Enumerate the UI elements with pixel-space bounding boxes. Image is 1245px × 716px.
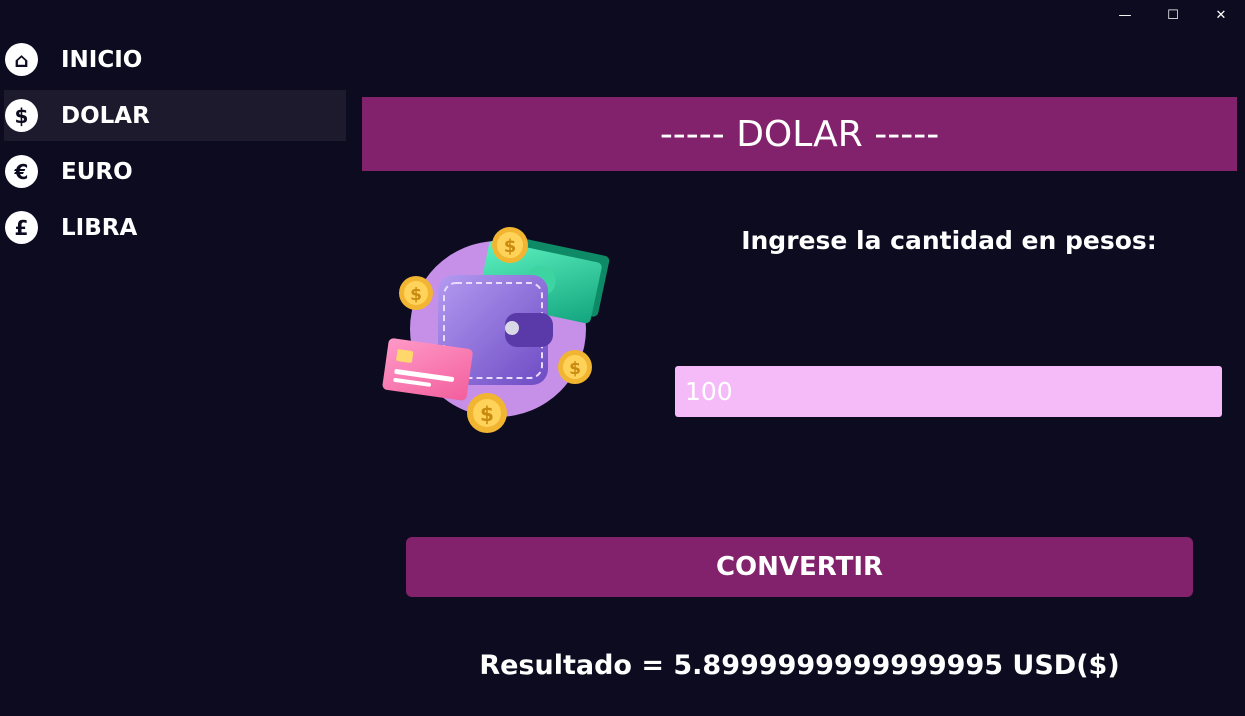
home-icon: ⌂ <box>5 43 38 76</box>
pound-icon: £ <box>5 211 38 244</box>
result-text: Resultado = 5.8999999999999995 USD($) <box>479 650 1120 681</box>
sidebar-item-libra[interactable]: £ LIBRA <box>4 202 346 253</box>
minimize-icon: — <box>1118 7 1132 23</box>
sidebar-item-label: EURO <box>61 158 133 185</box>
svg-text:$: $ <box>410 285 422 305</box>
page-title: ----- DOLAR ----- <box>362 97 1237 171</box>
window-controls: — ☐ ✕ <box>1101 0 1245 30</box>
minimize-button[interactable]: — <box>1101 0 1149 30</box>
wallet-illustration: $ $ $ $ <box>382 227 610 433</box>
sidebar-nav: ⌂ INICIO $ DOLAR € EURO £ LIBRA <box>0 34 350 258</box>
sidebar-item-dolar[interactable]: $ DOLAR <box>4 90 346 141</box>
svg-text:$: $ <box>504 236 517 257</box>
maximize-button[interactable]: ☐ <box>1149 0 1197 30</box>
svg-text:$: $ <box>569 359 581 379</box>
sidebar-item-euro[interactable]: € EURO <box>4 146 346 197</box>
amount-input[interactable] <box>675 366 1222 417</box>
dollar-icon: $ <box>5 99 38 132</box>
amount-prompt-label: Ingrese la cantidad en pesos: <box>741 226 1157 255</box>
sidebar-item-label: DOLAR <box>61 102 150 129</box>
sidebar-item-label: INICIO <box>61 46 143 73</box>
close-button[interactable]: ✕ <box>1197 0 1245 30</box>
maximize-icon: ☐ <box>1167 7 1179 23</box>
sidebar-item-label: LIBRA <box>61 214 138 241</box>
euro-icon: € <box>5 155 38 188</box>
close-icon: ✕ <box>1215 7 1227 23</box>
sidebar-item-inicio[interactable]: ⌂ INICIO <box>4 34 346 85</box>
convert-button[interactable]: CONVERTIR <box>406 537 1193 597</box>
svg-text:$: $ <box>480 402 494 426</box>
